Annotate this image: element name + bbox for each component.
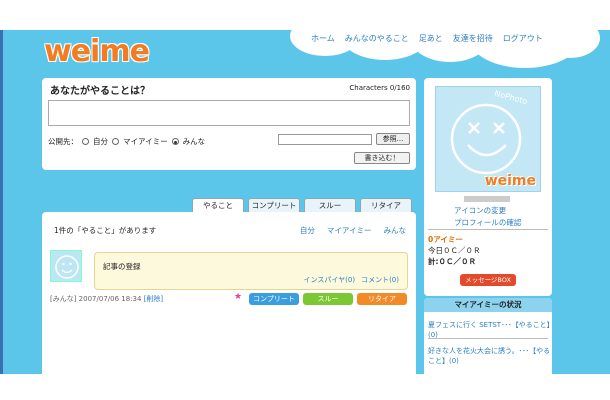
character-counter: Characters 0/160 [349, 84, 410, 92]
todo-list-panel: 1件の「やること」があります 自分 マイアイミー みんな 記事の登録 インスパイ… [42, 212, 416, 374]
complete-button[interactable]: コンプリート [249, 293, 299, 305]
aimy-count[interactable]: 0アイミー [428, 234, 463, 245]
retire-button[interactable]: リタイア [357, 293, 407, 305]
scope-radio-everyone[interactable] [171, 138, 179, 145]
comment-link[interactable]: コメント(0) [361, 275, 399, 285]
nav-logout[interactable]: ログアウト [503, 33, 543, 44]
filter-everyone[interactable]: みんな [384, 225, 407, 236]
todo-item-timestamp: [みんな] 2007/07/06 18:34 [50, 295, 142, 303]
tab-complete[interactable]: コンプリート [248, 198, 300, 213]
divider [428, 229, 548, 230]
profile-avatar[interactable]: NoPhoto weime [435, 86, 541, 192]
weime-logo[interactable]: weime [44, 34, 150, 69]
status-item[interactable]: 夏フェスに行く SETST･･･【やること】(0) [428, 320, 552, 340]
today-stats: 今日０Ｃ／０Ｒ [428, 246, 481, 255]
scope-selector: 公開先： 自分 マイアイミー みんな [48, 136, 205, 147]
through-button[interactable]: スルー [303, 293, 353, 305]
star-icon: ★ [234, 292, 243, 302]
tab-todo[interactable]: やること [192, 198, 244, 213]
todo-item-links: インスパイヤ(0) コメント(0) [304, 275, 400, 285]
browse-button[interactable]: 参照... [376, 133, 410, 145]
scope-option-self: 自分 [93, 137, 108, 146]
list-filters: 自分 マイアイミー みんな [300, 225, 406, 236]
submit-button[interactable]: 書き込む！ [354, 152, 410, 164]
status-tabs: やること コンプリート スルー リタイア [192, 198, 412, 213]
username-placeholder [464, 196, 510, 202]
profile-panel: NoPhoto weime アイコンの変更 プロフィールの確認 0アイミー 今日… [424, 78, 552, 296]
todo-count: 1件の「やること」があります [54, 226, 157, 235]
divider [428, 338, 548, 339]
smiley-icon [55, 255, 79, 279]
scope-radio-self[interactable] [82, 138, 89, 145]
scope-option-myaimy: マイアイミー [123, 137, 168, 146]
todo-textarea[interactable] [48, 100, 410, 126]
filter-myaimy[interactable]: マイアイミー [327, 225, 372, 236]
todo-item: 記事の登録 インスパイヤ(0) コメント(0) [94, 252, 408, 290]
scope-radio-myaimy[interactable] [112, 138, 119, 145]
nav-home[interactable]: ホーム [311, 33, 335, 44]
message-box-button[interactable]: メッセージBOX [460, 274, 516, 286]
nav-everyone-todo[interactable]: みんなのやること [345, 33, 409, 44]
avatar-logo-text: weime [484, 173, 536, 189]
status-item[interactable]: 好きな人を花火大会に誘う。･･･【やること】(0) [428, 346, 552, 366]
file-input[interactable] [278, 134, 372, 145]
inspire-link[interactable]: インスパイヤ(0) [304, 275, 356, 285]
left-border [0, 30, 3, 374]
myaimy-status-panel: マイアイミーの状況 夏フェスに行く SETST･･･【やること】(0) 好きな人… [424, 298, 552, 374]
total-stats: 計:０Ｃ／０Ｒ [428, 257, 476, 266]
scope-label: 公開先： [48, 137, 78, 146]
tab-retire[interactable]: リタイア [360, 198, 412, 213]
tab-through[interactable]: スルー [304, 198, 356, 213]
post-form: あなたがやることは？ Characters 0/160 公開先： 自分 マイアイ… [42, 78, 416, 170]
todo-item-meta: [みんな] 2007/07/06 18:34 [削除] [50, 294, 163, 304]
nav-invite-friends[interactable]: 友達を招待 [453, 33, 493, 44]
filter-self[interactable]: 自分 [300, 225, 315, 236]
status-title: マイアイミーの状況 [424, 298, 552, 312]
scope-option-everyone: みんな [182, 137, 206, 146]
top-nav: ホーム みんなのやること 足あと 友達を招待 ログアウト [311, 33, 543, 44]
nav-footprints[interactable]: 足あと [419, 33, 443, 44]
page-background: weime ホーム みんなのやること 足あと 友達を招待 ログアウト あなたがや… [0, 30, 610, 374]
post-title: あなたがやることは？ [50, 86, 150, 97]
change-icon-link[interactable]: アイコンの変更 [454, 205, 506, 216]
todo-item-text: 記事の登録 [103, 262, 141, 271]
avatar[interactable] [50, 250, 82, 282]
delete-link[interactable]: [削除] [144, 295, 163, 303]
profile-link[interactable]: プロフィールの確認 [454, 217, 521, 228]
